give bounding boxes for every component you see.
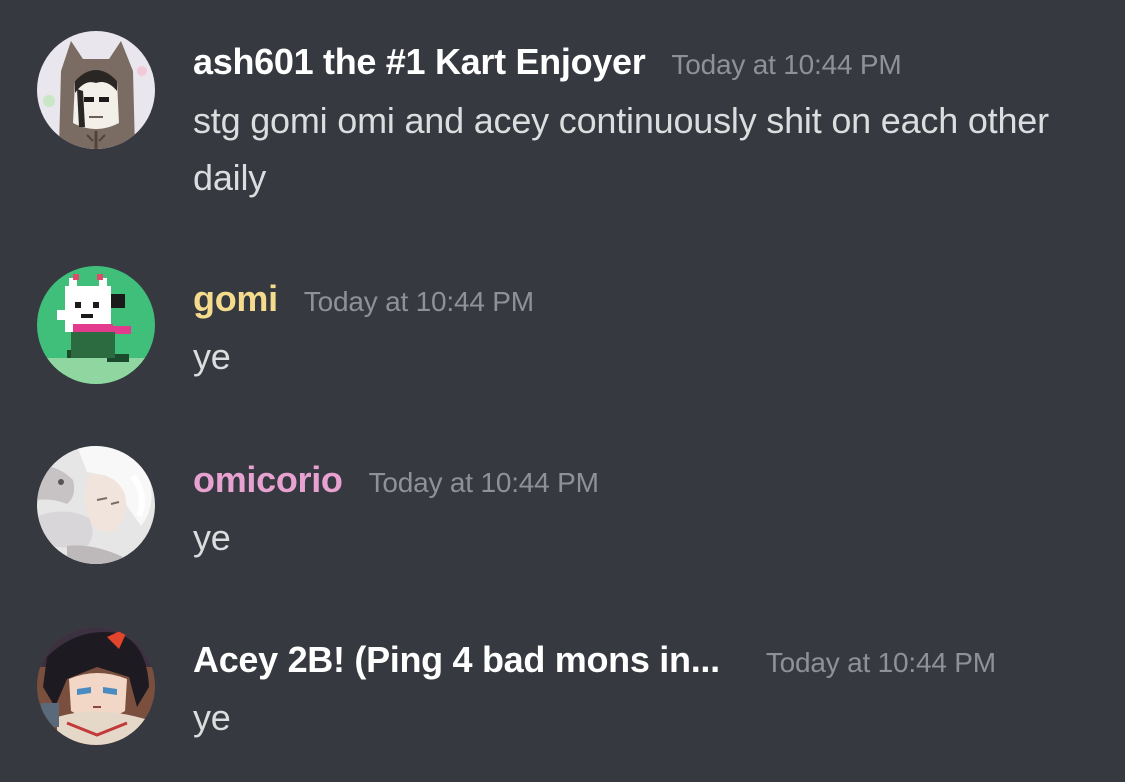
message-text: ye — [193, 517, 231, 558]
chat-message-list: ash601 the #1 Kart Enjoyer Today at 10:4… — [0, 0, 1125, 782]
username[interactable]: gomi — [193, 277, 278, 321]
timestamp: Today at 10:44 PM — [368, 467, 599, 498]
avatar[interactable] — [37, 31, 155, 149]
username[interactable]: omicorio — [193, 458, 343, 502]
timestamp: Today at 10:44 PM — [765, 647, 996, 678]
timestamp: Today at 10:44 PM — [671, 49, 902, 80]
user-avatar-image — [37, 446, 155, 564]
timestamp: Today at 10:44 PM — [303, 286, 534, 317]
user-avatar-image — [37, 266, 155, 384]
message-text: ye — [193, 697, 231, 738]
avatar[interactable] — [37, 266, 155, 384]
user-avatar-image — [37, 627, 155, 745]
avatar[interactable] — [37, 627, 155, 745]
message-text: stg gomi omi and acey continuously shit … — [193, 100, 1049, 198]
username[interactable]: ash601 the #1 Kart Enjoyer — [193, 40, 646, 84]
message-text: ye — [193, 336, 231, 377]
username[interactable]: Acey 2B! (Ping 4 bad mons in... — [193, 638, 720, 682]
avatar[interactable] — [37, 446, 155, 564]
user-avatar-image — [37, 31, 155, 149]
